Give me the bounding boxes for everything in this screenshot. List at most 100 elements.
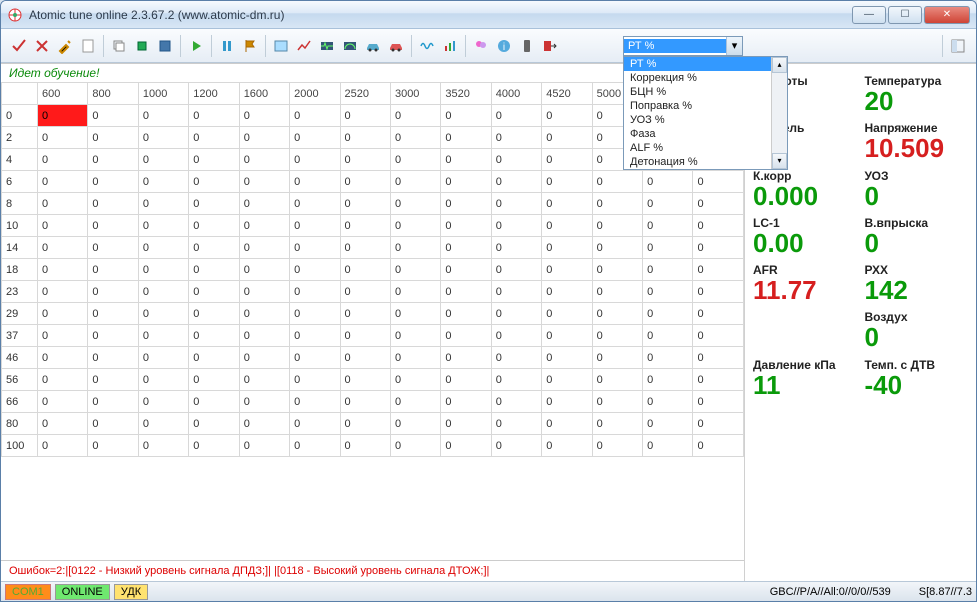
cell[interactable]: 0 — [239, 303, 289, 325]
cell[interactable]: 0 — [643, 215, 693, 237]
cell[interactable]: 0 — [38, 303, 88, 325]
cell[interactable]: 0 — [542, 215, 592, 237]
cell[interactable]: 0 — [138, 347, 188, 369]
cell[interactable]: 0 — [189, 413, 239, 435]
cell[interactable]: 0 — [88, 193, 138, 215]
cell[interactable]: 0 — [390, 413, 440, 435]
cell[interactable]: 0 — [643, 171, 693, 193]
cell[interactable]: 0 — [491, 281, 541, 303]
cell[interactable]: 0 — [542, 325, 592, 347]
cell[interactable]: 0 — [441, 281, 491, 303]
cell[interactable]: 0 — [643, 193, 693, 215]
cancel-icon[interactable] — [32, 36, 52, 56]
cell[interactable]: 0 — [88, 259, 138, 281]
cell[interactable]: 0 — [340, 127, 390, 149]
cell[interactable]: 0 — [340, 149, 390, 171]
signal-icon[interactable] — [317, 36, 337, 56]
cell[interactable]: 0 — [138, 149, 188, 171]
combo-option[interactable]: УОЗ % — [624, 113, 787, 127]
cell[interactable]: 0 — [38, 171, 88, 193]
cell[interactable]: 0 — [693, 193, 744, 215]
cell[interactable]: 0 — [542, 259, 592, 281]
combo-option[interactable]: БЦН % — [624, 85, 787, 99]
cell[interactable]: 0 — [441, 105, 491, 127]
cell[interactable]: 0 — [693, 325, 744, 347]
cell[interactable]: 0 — [441, 237, 491, 259]
cell[interactable]: 0 — [88, 369, 138, 391]
cell[interactable]: 0 — [138, 193, 188, 215]
bars-icon[interactable] — [440, 36, 460, 56]
close-button[interactable]: ✕ — [924, 6, 970, 24]
cell[interactable]: 0 — [189, 215, 239, 237]
cell[interactable]: 0 — [643, 259, 693, 281]
cell[interactable]: 0 — [38, 413, 88, 435]
cell[interactable]: 0 — [491, 237, 541, 259]
cell[interactable]: 0 — [340, 215, 390, 237]
cell[interactable]: 0 — [390, 435, 440, 457]
cell[interactable]: 0 — [441, 303, 491, 325]
wave-icon[interactable] — [417, 36, 437, 56]
cell[interactable]: 0 — [491, 193, 541, 215]
cell[interactable]: 0 — [693, 435, 744, 457]
cell[interactable]: 0 — [290, 303, 340, 325]
cell[interactable]: 0 — [38, 391, 88, 413]
cell[interactable]: 0 — [88, 435, 138, 457]
cell[interactable]: 0 — [592, 347, 642, 369]
cell[interactable]: 0 — [189, 369, 239, 391]
cell[interactable]: 0 — [542, 347, 592, 369]
cell[interactable]: 0 — [189, 259, 239, 281]
cell[interactable]: 0 — [239, 171, 289, 193]
save-icon[interactable] — [155, 36, 175, 56]
tools-icon[interactable] — [55, 36, 75, 56]
cell[interactable]: 0 — [390, 347, 440, 369]
cell[interactable]: 0 — [340, 391, 390, 413]
maximize-button[interactable]: ☐ — [888, 6, 922, 24]
cell[interactable]: 0 — [38, 193, 88, 215]
combo-option[interactable]: РТ % — [624, 57, 787, 71]
cell[interactable]: 0 — [340, 325, 390, 347]
cell[interactable]: 0 — [340, 171, 390, 193]
car-blue-icon[interactable] — [363, 36, 383, 56]
cell[interactable]: 0 — [290, 369, 340, 391]
combo-option[interactable]: Поправка % — [624, 99, 787, 113]
cell[interactable]: 0 — [592, 171, 642, 193]
cell[interactable]: 0 — [693, 347, 744, 369]
cell[interactable]: 0 — [88, 347, 138, 369]
cell[interactable]: 0 — [491, 369, 541, 391]
cell[interactable]: 0 — [138, 391, 188, 413]
cell[interactable]: 0 — [643, 237, 693, 259]
cell[interactable]: 0 — [239, 193, 289, 215]
cell[interactable]: 0 — [38, 215, 88, 237]
cell[interactable]: 0 — [239, 215, 289, 237]
cell[interactable]: 0 — [290, 237, 340, 259]
cell[interactable]: 0 — [290, 325, 340, 347]
cell[interactable]: 0 — [239, 105, 289, 127]
cell[interactable]: 0 — [189, 435, 239, 457]
cell[interactable]: 0 — [239, 281, 289, 303]
cell[interactable]: 0 — [693, 259, 744, 281]
cell[interactable]: 0 — [441, 325, 491, 347]
chevron-down-icon[interactable]: ▾ — [726, 37, 742, 55]
car-red-icon[interactable] — [386, 36, 406, 56]
cell[interactable]: 0 — [542, 281, 592, 303]
cell[interactable]: 0 — [290, 149, 340, 171]
cell[interactable]: 0 — [239, 347, 289, 369]
cell[interactable]: 0 — [340, 369, 390, 391]
cell[interactable]: 0 — [340, 259, 390, 281]
cell[interactable]: 0 — [189, 325, 239, 347]
cell[interactable]: 0 — [592, 369, 642, 391]
phone-icon[interactable] — [517, 36, 537, 56]
cell[interactable]: 0 — [390, 171, 440, 193]
cell[interactable]: 0 — [88, 413, 138, 435]
cell[interactable]: 0 — [542, 391, 592, 413]
cell[interactable]: 0 — [290, 391, 340, 413]
cell[interactable]: 0 — [491, 347, 541, 369]
cell[interactable]: 0 — [290, 105, 340, 127]
cell[interactable]: 0 — [390, 369, 440, 391]
cell[interactable]: 0 — [643, 347, 693, 369]
check-icon[interactable] — [9, 36, 29, 56]
image-icon[interactable] — [271, 36, 291, 56]
cell[interactable]: 0 — [592, 259, 642, 281]
cell[interactable]: 0 — [38, 105, 88, 127]
cell[interactable]: 0 — [290, 413, 340, 435]
